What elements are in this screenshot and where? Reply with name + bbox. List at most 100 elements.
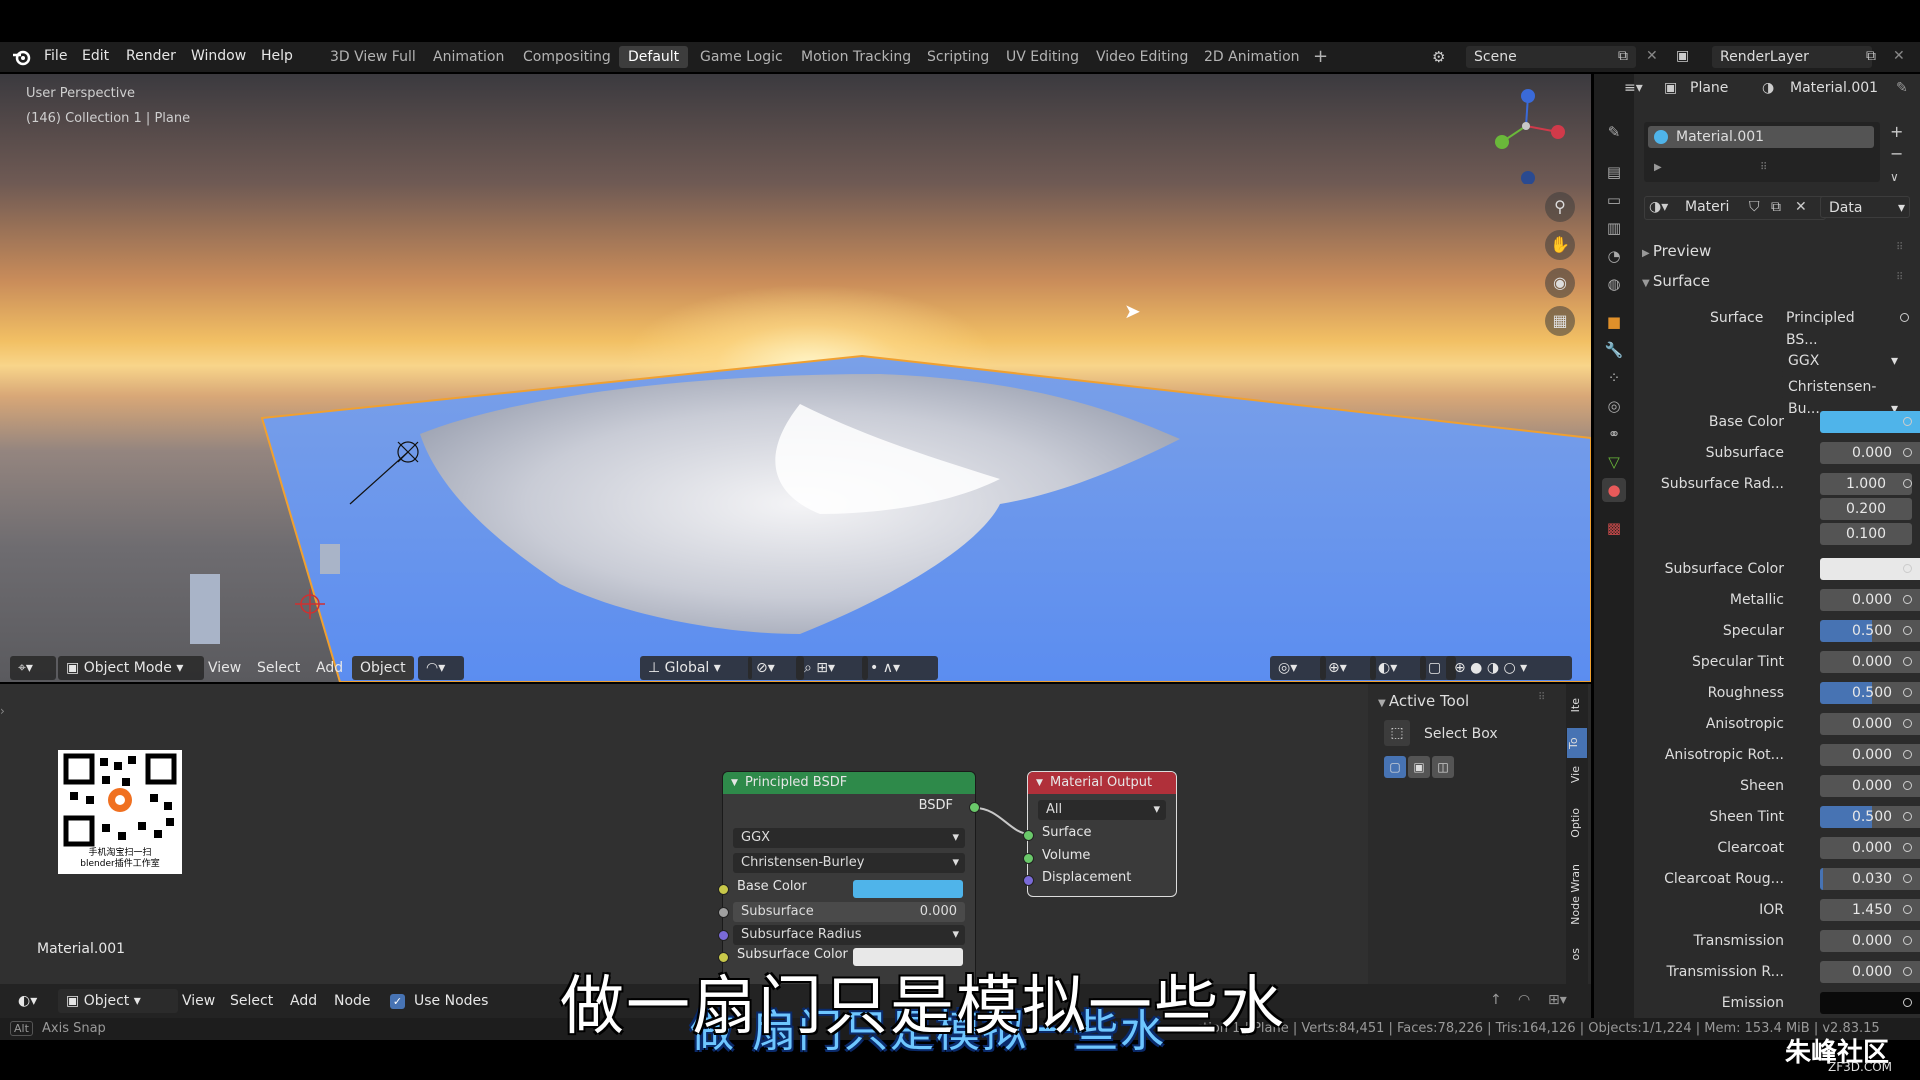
socket-link-icon[interactable] — [1903, 905, 1912, 914]
tab-motion-tracking[interactable]: Motion Tracking — [792, 46, 920, 68]
particles-tab-icon[interactable]: ⁘ — [1602, 366, 1626, 390]
drag-handle-icon[interactable]: ⠿ — [1896, 272, 1903, 283]
3d-viewport[interactable]: User Perspective (146) Collection 1 | Pl… — [0, 74, 1591, 682]
tab-uv-editing[interactable]: UV Editing — [997, 46, 1088, 68]
collapse-arrow-icon[interactable]: ▼ — [1036, 772, 1043, 794]
snap-mode-icon[interactable]: ◠▾ — [418, 656, 464, 680]
tab-scripting[interactable]: Scripting — [918, 46, 998, 68]
output-node-header[interactable]: ▼ Material Output — [1028, 772, 1176, 794]
tab-default[interactable]: Default — [619, 46, 689, 68]
sidebar-tab-item[interactable]: Ite — [1569, 698, 1585, 712]
distribution-dropdown[interactable]: GGX ▾ — [1780, 350, 1902, 372]
menu-window[interactable]: Window — [191, 48, 246, 64]
socket-link-icon[interactable] — [1903, 843, 1912, 852]
modifier-tab-icon[interactable]: 🔧 — [1602, 338, 1626, 362]
expand-arrow-icon[interactable]: ▶ — [1654, 162, 1662, 173]
node-menu-add[interactable]: Add — [282, 989, 325, 1013]
subsurface-method-dropdown[interactable]: Christensen-Bu... ▾ — [1780, 376, 1902, 417]
tab-3d-view-full[interactable]: 3D View Full — [321, 46, 425, 68]
physics-tab-icon[interactable]: ◎ — [1602, 394, 1626, 418]
mode-dropdown[interactable]: ▣ Object Mode ▾ — [58, 656, 204, 680]
use-nodes-checkbox[interactable]: ✓ — [390, 994, 405, 1009]
scene-field[interactable]: Scene — [1466, 46, 1636, 68]
blender-logo-icon[interactable] — [12, 48, 32, 66]
visibility-icon[interactable]: ◎▾ — [1270, 656, 1326, 680]
output-tab-icon[interactable]: ▭ — [1602, 188, 1626, 212]
orientation-dropdown[interactable]: ⊥ Global ▾ — [640, 656, 752, 680]
socket-link-icon[interactable] — [1903, 812, 1912, 821]
tab-compositing[interactable]: Compositing — [514, 46, 620, 68]
socket-link-icon[interactable] — [1903, 479, 1912, 488]
property-value-field[interactable]: 1.000 — [1820, 473, 1912, 495]
unlink-material-icon[interactable]: ✕ — [1795, 199, 1807, 215]
select-subtract-icon[interactable]: ◫ — [1432, 756, 1454, 778]
active-tool-header[interactable]: ▼ Active Tool — [1378, 692, 1469, 710]
menu-file[interactable]: File — [44, 48, 67, 64]
select-box-icon[interactable]: ⬚ — [1384, 720, 1410, 746]
node-editor[interactable]: › 手机淘宝扫一扫 blender插件工作室 Material.001 ▼ Pri… — [0, 684, 1368, 988]
data-tab-icon[interactable]: ▽ — [1602, 450, 1626, 474]
object-tab-icon[interactable]: ■ — [1602, 310, 1626, 334]
socket-link-icon[interactable] — [1903, 874, 1912, 883]
sidebar-tab-tool[interactable]: To — [1567, 728, 1587, 758]
property-value-field[interactable]: 0.100 — [1820, 523, 1912, 545]
shader-type-dropdown[interactable]: ▣ Object ▾ — [58, 989, 178, 1013]
snap-element-icon[interactable]: ⊞▾ — [1548, 992, 1567, 1008]
constraints-tab-icon[interactable]: ⚭ — [1602, 422, 1626, 446]
socket-link-icon[interactable] — [1903, 595, 1912, 604]
sidebar-tab-view[interactable]: Vie — [1569, 766, 1582, 783]
view-layer-tab-icon[interactable]: ▥ — [1602, 216, 1626, 240]
render-layer-icon[interactable]: ▣ — [1676, 48, 1689, 64]
new-scene-icon[interactable]: ⧉ — [1618, 48, 1628, 64]
resize-handle-icon[interactable]: ⠿ — [1760, 162, 1767, 173]
subsurface-radius-socket[interactable] — [718, 930, 729, 941]
scene-icon[interactable]: ⚙ — [1432, 48, 1445, 66]
delete-scene-icon[interactable]: ✕ — [1646, 48, 1658, 64]
bsdf-distribution-dropdown[interactable]: GGX ▾ — [733, 828, 965, 848]
menu-select[interactable]: Select — [249, 656, 308, 680]
displacement-input-socket[interactable] — [1023, 875, 1034, 886]
menu-add[interactable]: Add — [308, 656, 351, 680]
fake-user-icon[interactable]: ⛉ — [1749, 199, 1760, 215]
output-target-dropdown[interactable]: All ▾ — [1038, 800, 1166, 820]
tool-tab-icon[interactable]: ✎ — [1602, 120, 1626, 144]
base-color-socket[interactable] — [718, 884, 729, 895]
tab-video-editing[interactable]: Video Editing — [1087, 46, 1197, 68]
tab-animation[interactable]: Animation — [424, 46, 513, 68]
node-editor-type-icon[interactable]: ◐▾ — [10, 989, 45, 1013]
link-dropdown[interactable]: Data ▾ — [1820, 196, 1910, 218]
socket-link-icon[interactable] — [1903, 657, 1912, 666]
base-color-swatch[interactable] — [853, 880, 963, 898]
node-menu-select[interactable]: Select — [222, 989, 281, 1013]
menu-render[interactable]: Render — [126, 48, 176, 64]
volume-input-socket[interactable] — [1023, 853, 1034, 864]
sidebar-tab-os[interactable]: os — [1569, 948, 1582, 960]
socket-link-icon[interactable] — [1903, 626, 1912, 635]
select-new-icon[interactable]: ▢ — [1384, 756, 1406, 778]
socket-link-icon[interactable] — [1903, 719, 1912, 728]
sidebar-tab-node-wrangler[interactable]: Node Wran — [1569, 864, 1582, 925]
navigation-gizmo[interactable] — [1482, 84, 1570, 184]
material-tab-icon[interactable]: ● — [1602, 478, 1626, 502]
tab-2d-animation[interactable]: 2D Animation — [1195, 46, 1309, 68]
socket-link-icon[interactable] — [1903, 781, 1912, 790]
snap-toggle-icon[interactable]: ⌕ ⊞▾ — [796, 656, 868, 680]
socket-link-icon[interactable] — [1903, 998, 1912, 1007]
socket-link-icon[interactable] — [1903, 564, 1912, 573]
socket-link-icon[interactable] — [1903, 967, 1912, 976]
socket-link-icon[interactable] — [1900, 313, 1909, 322]
surface-input-socket[interactable] — [1023, 830, 1034, 841]
camera-view-icon[interactable]: ◉ — [1545, 268, 1575, 298]
overlay-toggle-icon[interactable]: ◐▾ — [1370, 656, 1426, 680]
socket-link-icon[interactable] — [1903, 417, 1912, 426]
new-layer-icon[interactable]: ⧉ — [1866, 48, 1876, 64]
slot-menu-icon[interactable]: ∨ — [1890, 170, 1899, 184]
material-slot-list[interactable]: Material.001 ▶ ⠿ — [1644, 122, 1880, 182]
node-menu-node[interactable]: Node — [326, 989, 379, 1013]
menu-edit[interactable]: Edit — [82, 48, 109, 64]
socket-link-icon[interactable] — [1903, 936, 1912, 945]
proportional-edit-icon[interactable]: • ∧▾ — [862, 656, 938, 680]
render-tab-icon[interactable]: ▤ — [1602, 160, 1626, 184]
editor-type-icon[interactable]: ⌖▾ — [10, 656, 56, 680]
menu-object[interactable]: Object — [352, 656, 414, 680]
